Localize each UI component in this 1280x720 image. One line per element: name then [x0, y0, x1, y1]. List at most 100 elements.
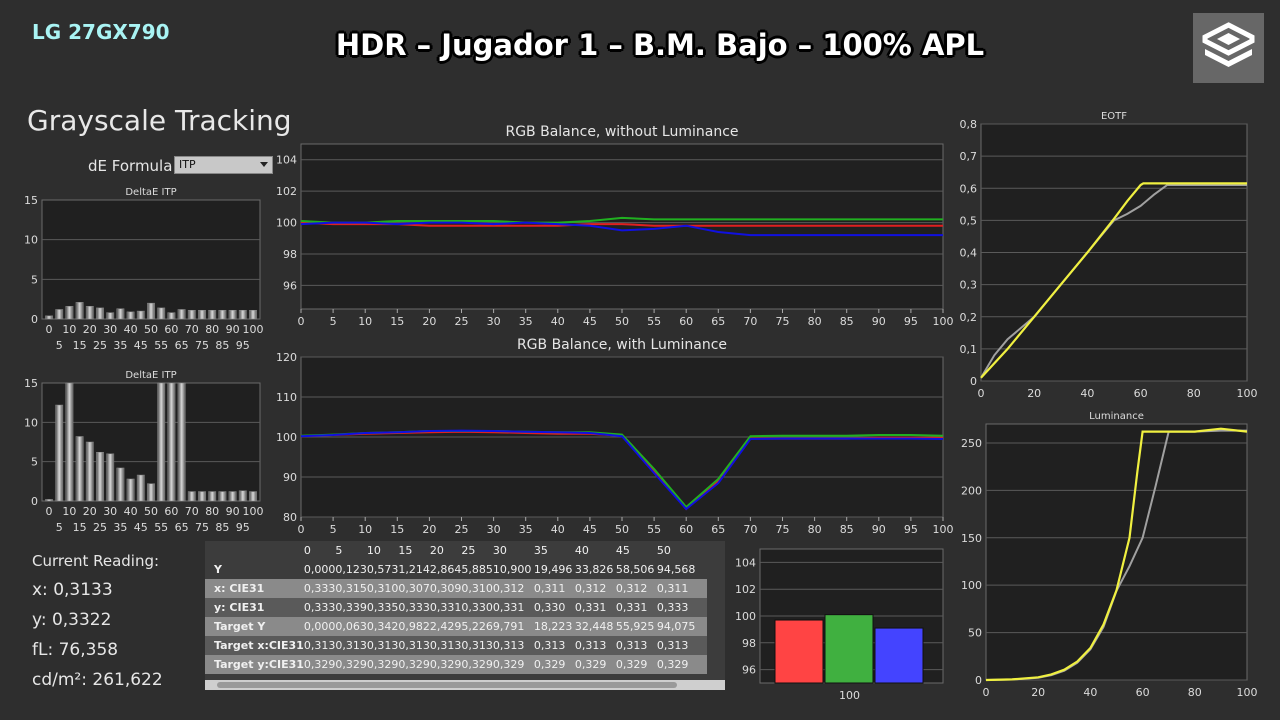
luminance-xtick-label: 80 [1188, 686, 1202, 699]
deltae_bottom-title: DeltaE ITP [125, 370, 176, 381]
luminance-xtick-label: 20 [1031, 686, 1045, 699]
rgb_balance_lum-xtick-label: 85 [840, 523, 854, 536]
deltae_top-xtick-label: 20 [83, 323, 97, 336]
rgb_current_bar-ytick-label: 96 [742, 664, 756, 677]
luminance-xtick-label: 100 [1237, 686, 1258, 699]
deltae_top-xtick-label: 60 [164, 323, 178, 336]
deltae_top-xtick-label: 10 [62, 323, 76, 336]
deltae_bottom-ytick-label: 15 [24, 377, 38, 390]
deltae_top-xtick-label: 85 [215, 339, 229, 352]
rgb_balance_no_lum-xtick-label: 15 [390, 315, 404, 328]
deltae_bottom-bar [65, 382, 74, 502]
deltae_bottom-xtick-label: 0 [46, 505, 53, 518]
table-cell: 0,313 [303, 639, 336, 652]
deltae_top-plot-area [41, 199, 261, 320]
table-cell: 58,506 [615, 563, 655, 576]
table-cell: 0,315 [335, 582, 367, 595]
rgb_current_bar-ytick-label: 100 [735, 610, 756, 623]
table-cell: 0,313 [615, 639, 648, 652]
deltae_top-bar [228, 310, 237, 320]
rgb_balance_no_lum-xtick-label: 5 [330, 315, 337, 328]
table-cell: 0,329 [366, 658, 399, 671]
table-cell: 0,313 [366, 639, 399, 652]
table-cell: 0,342 [366, 620, 399, 633]
rgb_balance_lum-xtick-label: 90 [872, 523, 886, 536]
table-cell: 0,331 [492, 601, 525, 614]
deltae_bottom-xtick-label: 15 [73, 521, 87, 534]
table-cell: 0,311 [533, 582, 566, 595]
deltae_top-bar [208, 310, 217, 320]
table-cell: 0,329 [574, 658, 607, 671]
scrollbar-thumb[interactable] [217, 682, 677, 688]
rgb_balance_no_lum-xtick-label: 100 [933, 315, 954, 328]
table-cell: 94,075 [656, 620, 696, 633]
rgb_balance_no_lum-ytick-label: 102 [276, 185, 297, 198]
rgb_balance_no_lum-ytick-label: 104 [276, 154, 297, 167]
deltae_top-xtick-label: 65 [175, 339, 189, 352]
deltae_top-xtick-label: 95 [236, 339, 250, 352]
table-cell: 0,313 [574, 639, 607, 652]
deltae_top-bar [249, 310, 257, 320]
deltae_bottom-bar [96, 451, 104, 502]
deltae_top-bar [45, 315, 53, 320]
rgb_balance_lum-xtick-label: 20 [422, 523, 436, 536]
deltae_bottom-xtick-label: 5 [56, 521, 63, 534]
table-cell: 0,333 [398, 601, 430, 614]
eotf-xtick-label: 0 [978, 387, 985, 400]
eotf-ytick-label: 0,7 [960, 150, 978, 163]
table-cell: 0,329 [303, 658, 336, 671]
luminance-title: Luminance [1089, 411, 1144, 422]
luminance-xtick-label: 40 [1083, 686, 1097, 699]
rgb_balance_lum-xtick-label: 45 [583, 523, 597, 536]
deltae_bottom-bar [208, 491, 217, 502]
deltae_top-xtick-label: 70 [185, 323, 199, 336]
eotf-xtick-label: 40 [1080, 387, 1094, 400]
rgb_balance_no_lum-xtick-label: 60 [679, 315, 693, 328]
deltae_top-xtick-label: 45 [134, 339, 148, 352]
table-cell: 0,330 [533, 601, 566, 614]
table-cell: 0,313 [492, 639, 525, 652]
table-cell: 0,331 [429, 601, 462, 614]
eotf-ytick-label: 0,8 [960, 118, 978, 131]
luminance-ytick-label: 100 [961, 579, 982, 592]
deltae_bottom-xtick-label: 90 [226, 505, 240, 518]
rgb_balance_lum-xtick-label: 55 [647, 523, 661, 536]
deltae_bottom-xtick-label: 85 [215, 521, 229, 534]
table-cell: 0,335 [366, 601, 399, 614]
rgb_balance_lum-xtick-label: 75 [776, 523, 790, 536]
eotf-xtick-label: 80 [1187, 387, 1201, 400]
table-cell: 0,313 [533, 639, 566, 652]
deltae_top-ytick-label: 5 [31, 273, 38, 286]
deltae_top-bar [147, 302, 155, 320]
deltae_bottom-xtick-label: 20 [83, 505, 97, 518]
table-cell: 5,226 [461, 620, 493, 633]
table-col-header: 45 [615, 544, 630, 557]
table-cell: 9,791 [492, 620, 525, 633]
deltae_top-ytick-label: 10 [24, 234, 38, 247]
deltae_bottom-xtick-label: 50 [144, 505, 158, 518]
table-row-label: Target y:CIE31 [214, 658, 304, 671]
deltae_top-bar [106, 312, 115, 320]
deltae_bottom-ytick-label: 0 [31, 495, 38, 508]
rgb_balance_no_lum-xtick-label: 10 [358, 315, 372, 328]
deltae_top-xtick-label: 35 [113, 339, 127, 352]
eotf-ytick-label: 0,2 [960, 311, 978, 324]
table-cell: 0,312 [492, 582, 525, 595]
rgb_balance_no_lum-xtick-label: 55 [647, 315, 661, 328]
table-row-label: Target x:CIE31 [214, 639, 304, 652]
table-cell: 0,333 [303, 582, 336, 595]
rgb_balance_no_lum-xtick-label: 65 [711, 315, 725, 328]
rgb_balance_no_lum-xtick-label: 75 [776, 315, 790, 328]
deltae_top-bar [126, 311, 135, 320]
table-scrollbar[interactable] [205, 680, 725, 690]
table-row-label: y: CIE31 [214, 601, 265, 614]
rgb_current_bar-ytick-label: 102 [735, 583, 756, 596]
rgb_balance_no_lum-xtick-label: 20 [422, 315, 436, 328]
rgb_balance_no_lum-xtick-label: 30 [487, 315, 501, 328]
eotf-ytick-label: 0,1 [960, 343, 978, 356]
eotf-ytick-label: 0 [970, 375, 977, 388]
deltae_top-bar [65, 306, 74, 320]
eotf-ytick-label: 0,4 [960, 247, 978, 260]
deltae_top-bar [238, 310, 247, 320]
deltae_top-bar [116, 308, 125, 320]
